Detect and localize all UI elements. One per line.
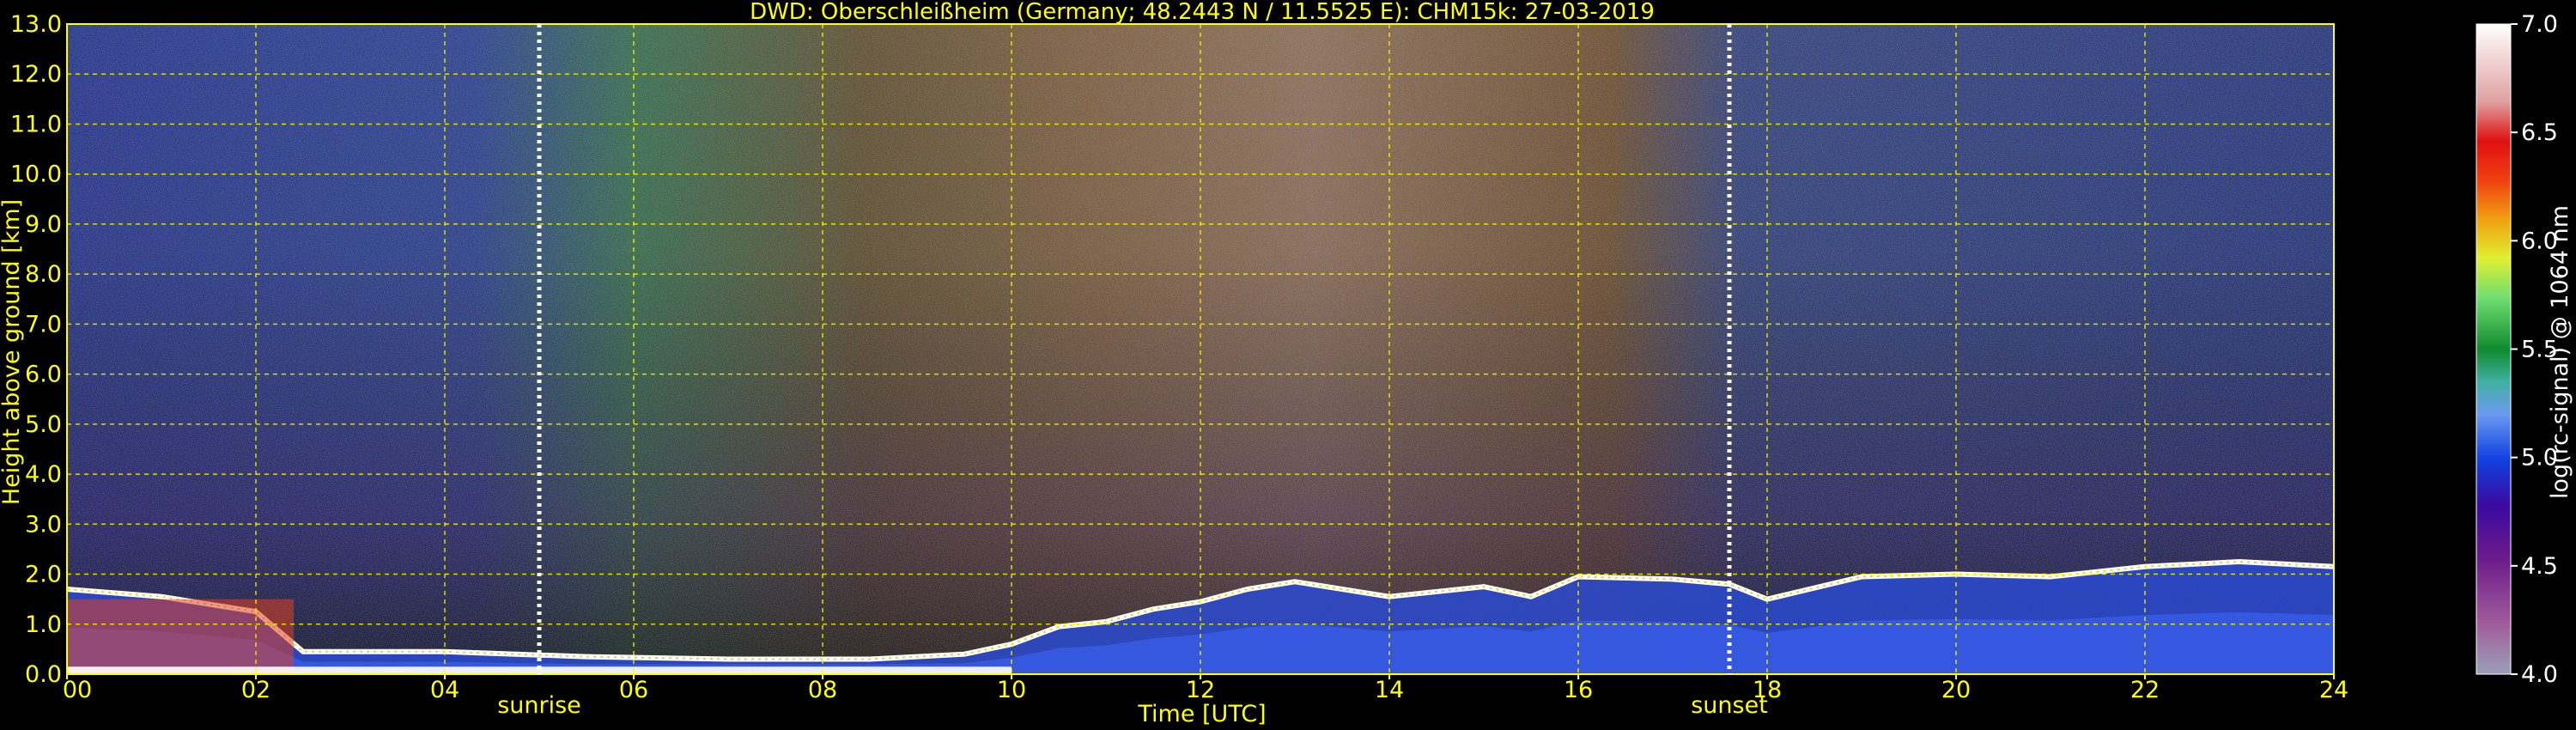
- x-tick-label: 10: [997, 677, 1026, 703]
- y-tick-label: 6.0: [25, 362, 62, 388]
- x-tick-label: 16: [1564, 677, 1593, 703]
- y-tick-label: 7.0: [25, 311, 62, 338]
- y-axis-label: Height above ground [km]: [0, 199, 25, 505]
- x-tick-label: 02: [241, 677, 270, 703]
- x-tick-label: 04: [430, 677, 459, 703]
- x-tick-label: 18: [1753, 677, 1782, 703]
- colorbar-scale: [2476, 23, 2512, 675]
- ceilometer-chart: sunrise sunset 0.01.02.03.04.05.06.07.08.…: [0, 0, 2573, 727]
- x-tick-label: 08: [808, 677, 837, 703]
- colorbar-tick-label: 6.5: [2521, 119, 2558, 146]
- colorbar-tick-label: 4.0: [2521, 661, 2558, 688]
- y-tick-label: 10.0: [10, 161, 62, 188]
- y-tick-label: 12.0: [10, 61, 62, 88]
- x-tick-label: 20: [1941, 677, 1971, 703]
- colorbar-label: log(rc-signal) @ 1064 nm: [2547, 205, 2573, 499]
- night-residual-layer: [67, 599, 294, 674]
- y-tick-label: 4.0: [25, 461, 62, 488]
- x-axis-label: Time [UTC]: [1137, 701, 1266, 727]
- x-tick-label: 24: [2319, 677, 2348, 703]
- x-tick-label: 00: [63, 677, 92, 703]
- y-tick-label: 3.0: [25, 511, 62, 538]
- x-tick-labels: 00 02 04 06 08 10 12 14 16 18 20 22 24: [63, 674, 2348, 703]
- x-tick-label: 14: [1375, 677, 1404, 703]
- y-tick-label: 9.0: [25, 211, 62, 238]
- y-tick-label: 2.0: [25, 562, 62, 588]
- y-tick-label: 11.0: [10, 111, 62, 137]
- chart-title: DWD: Oberschleißheim (Germany; 48.2443 N…: [750, 0, 1655, 25]
- event-label-sunrise: sunrise: [497, 692, 581, 719]
- colorbar: 4.04.55.05.56.06.57.0: [2476, 11, 2558, 688]
- y-tick-label: 0.0: [25, 661, 62, 688]
- x-tick-label: 22: [2130, 677, 2160, 703]
- y-tick-label: 8.0: [25, 261, 62, 288]
- y-tick-label: 5.0: [25, 411, 62, 438]
- y-tick-label: 13.0: [10, 11, 62, 38]
- colorbar-tick-label: 7.0: [2521, 11, 2558, 38]
- x-tick-label: 12: [1186, 677, 1215, 703]
- x-tick-label: 06: [619, 677, 648, 703]
- y-tick-label: 1.0: [25, 611, 62, 638]
- colorbar-tick-label: 4.5: [2521, 553, 2558, 580]
